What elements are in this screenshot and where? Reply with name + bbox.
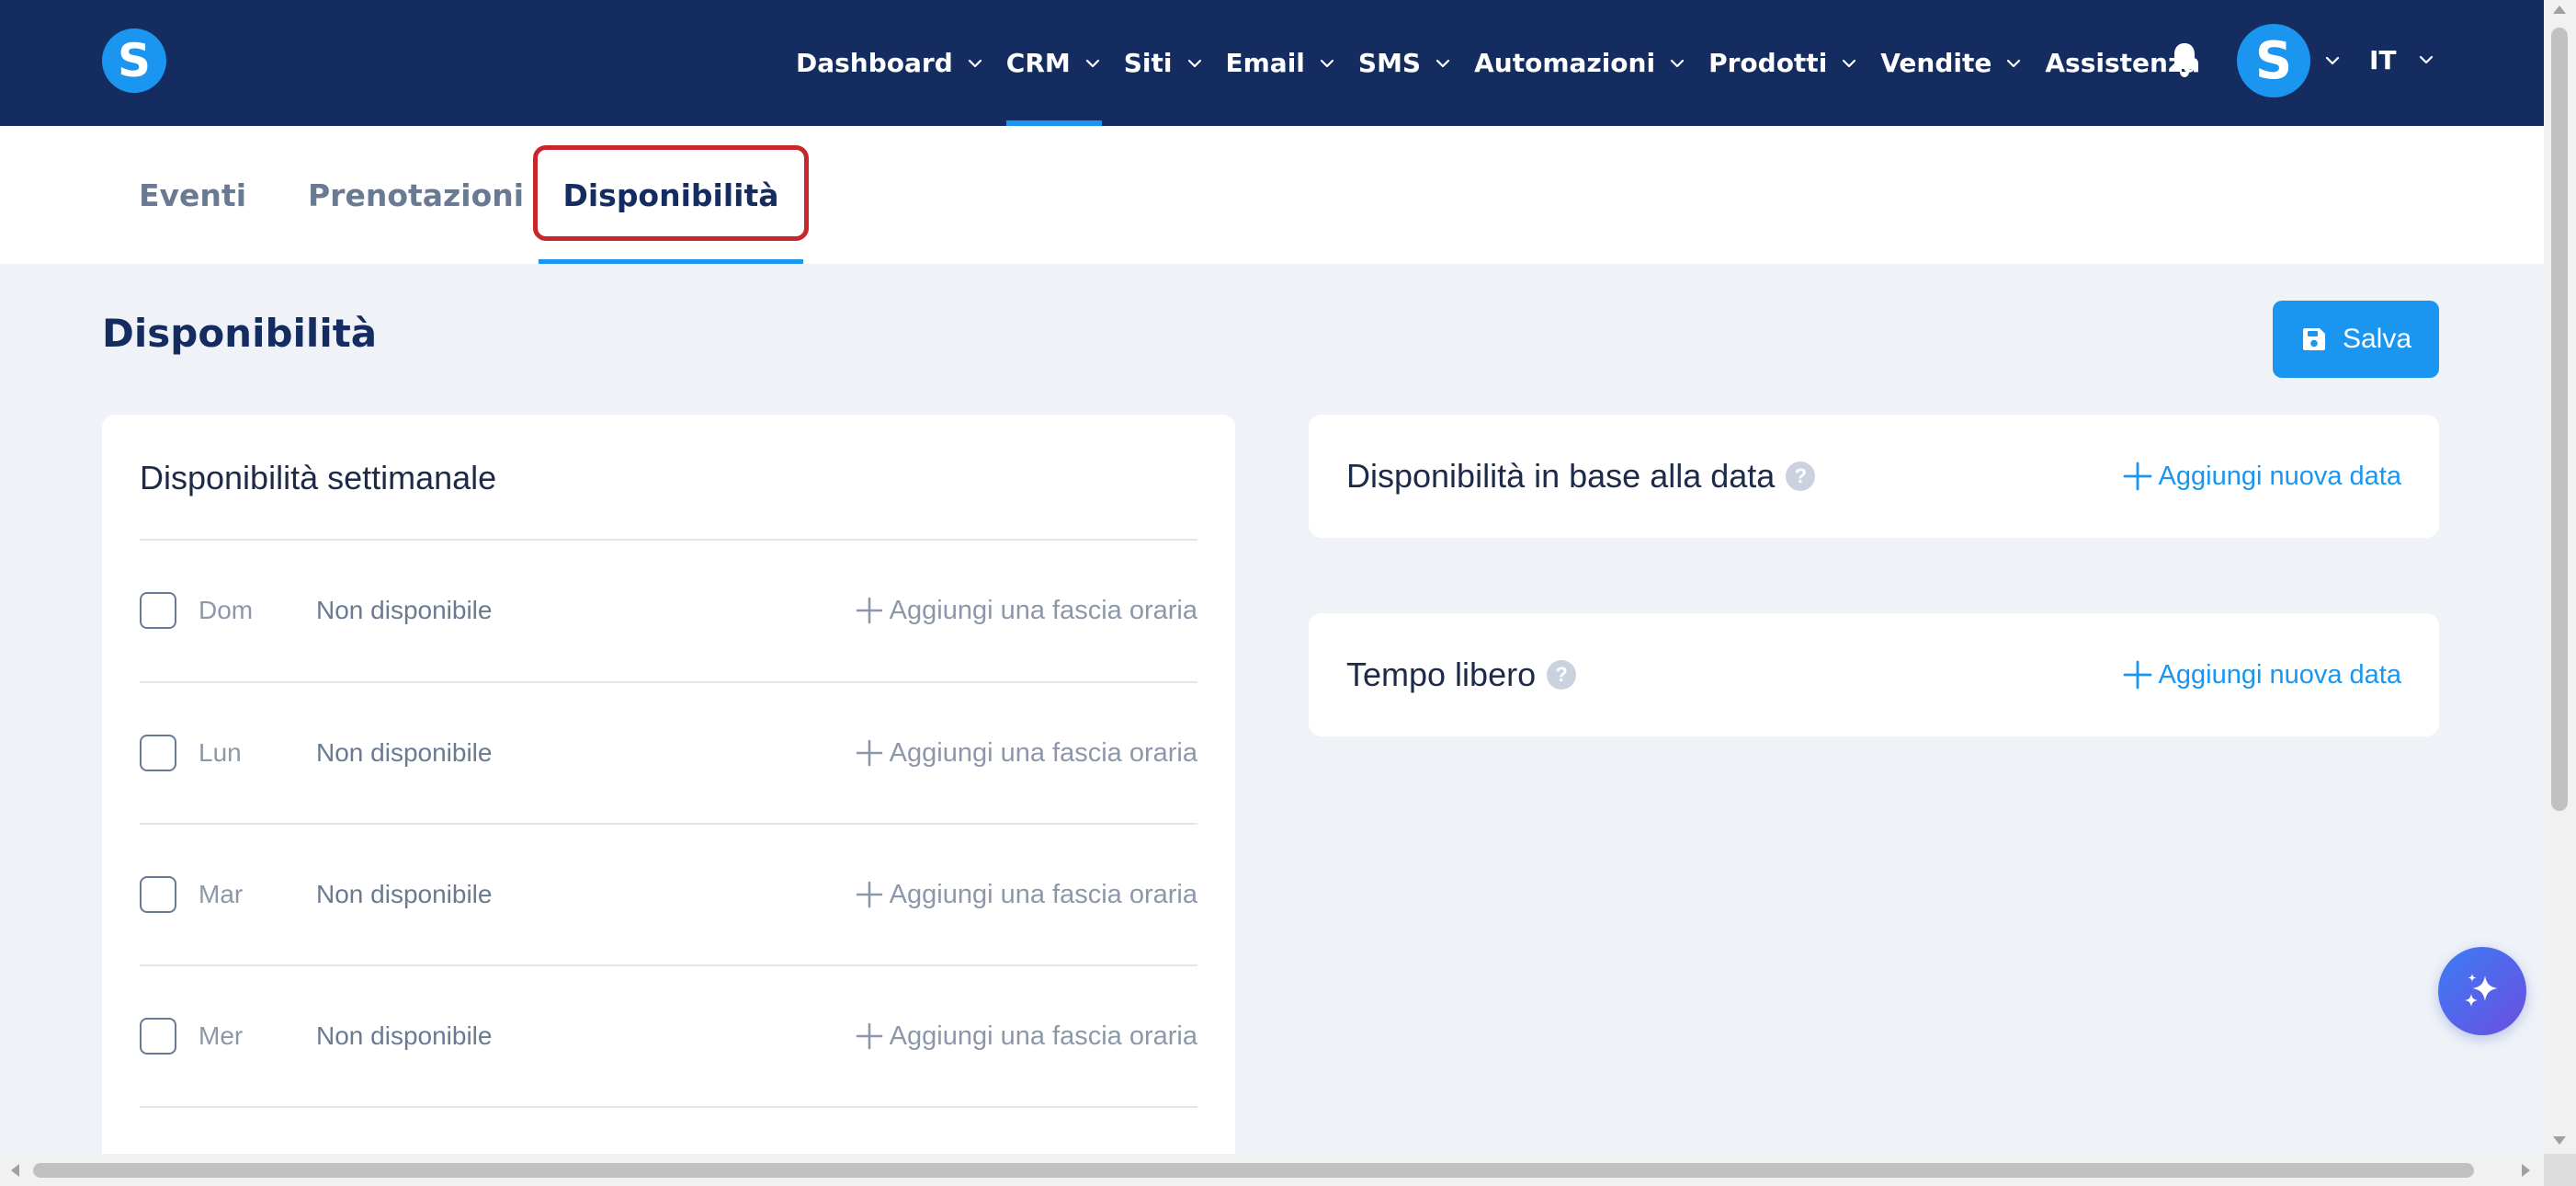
vertical-scrollbar[interactable] xyxy=(2544,0,2576,1186)
scroll-down-arrow-icon[interactable] xyxy=(2553,1136,2566,1145)
date-availability-card: Disponibilità in base alla data ? Aggiun… xyxy=(1309,415,2439,538)
chevron-down-icon xyxy=(1085,59,1099,67)
nav-item-label: SMS xyxy=(1357,48,1422,78)
divider xyxy=(140,1106,1197,1108)
tab-eventi[interactable]: Eventi xyxy=(139,126,246,264)
day-status: Non disponibile xyxy=(316,596,493,624)
nav-item-label: Prodotti xyxy=(1708,48,1828,78)
add-time-slot-button[interactable]: Aggiungi una fascia oraria xyxy=(855,880,1197,910)
card-title: Tempo libero xyxy=(1346,656,1537,693)
nav-item-label: Automazioni xyxy=(1474,48,1656,78)
day-row-mar: Mar Non disponibile Aggiungi una fascia … xyxy=(140,824,1197,965)
plus-icon xyxy=(856,739,882,767)
day-checkbox[interactable] xyxy=(140,592,176,629)
user-avatar[interactable]: S xyxy=(2237,24,2310,97)
floppy-disk-icon xyxy=(2302,328,2325,350)
day-status: Non disponibile xyxy=(316,738,493,767)
add-time-slot-label: Aggiungi una fascia oraria xyxy=(889,1021,1197,1051)
scroll-right-arrow-icon[interactable] xyxy=(2522,1164,2530,1177)
save-button-label: Salva xyxy=(2342,324,2412,354)
add-time-slot-button[interactable]: Aggiungi una fascia oraria xyxy=(855,596,1197,626)
plus-icon xyxy=(2123,462,2151,491)
nav-item-label: Dashboard xyxy=(796,48,953,78)
nav-item-sms[interactable]: SMS xyxy=(1358,0,1452,126)
nav-item-crm[interactable]: CRM xyxy=(1005,0,1102,126)
card-title: Disponibilità settimanale xyxy=(140,459,497,496)
nav-item-siti[interactable]: Siti xyxy=(1124,0,1204,126)
chevron-down-icon xyxy=(2007,59,2021,67)
chevron-down-icon[interactable] xyxy=(2323,51,2342,70)
language-selector[interactable]: IT xyxy=(2369,0,2435,120)
tab-prenotazioni[interactable]: Prenotazioni xyxy=(308,126,524,264)
chevron-down-icon xyxy=(1187,59,1201,67)
plus-icon xyxy=(856,1022,882,1050)
day-row-lun: Lun Non disponibile Aggiungi una fascia … xyxy=(140,682,1197,824)
chevron-down-icon xyxy=(968,59,982,67)
scrollbar-corner xyxy=(2544,1154,2576,1186)
nav-item-dashboard[interactable]: Dashboard xyxy=(796,0,984,126)
chevron-down-icon xyxy=(2419,55,2433,64)
day-status: Non disponibile xyxy=(316,1021,493,1050)
nav-item-label: CRM xyxy=(1005,48,1071,78)
add-time-slot-button[interactable]: Aggiungi una fascia oraria xyxy=(855,738,1197,769)
day-row-mer: Mer Non disponibile Aggiungi una fascia … xyxy=(140,965,1197,1107)
nav-item-automazioni[interactable]: Automazioni xyxy=(1474,0,1686,126)
add-time-slot-label: Aggiungi una fascia oraria xyxy=(889,595,1197,625)
plus-icon xyxy=(856,597,882,624)
nav-item-prodotti[interactable]: Prodotti xyxy=(1708,0,1858,126)
day-label: Mar xyxy=(199,880,244,908)
day-checkbox[interactable] xyxy=(140,1018,176,1055)
save-button[interactable]: Salva xyxy=(2273,301,2439,378)
language-label: IT xyxy=(2369,44,2397,75)
add-time-slot-button[interactable]: Aggiungi una fascia oraria xyxy=(855,1021,1197,1052)
ai-assistant-button[interactable] xyxy=(2438,947,2526,1035)
weekly-availability-card: Disponibilità settimanale Dom Non dispon… xyxy=(102,415,1235,1186)
chevron-down-icon xyxy=(1436,59,1450,67)
add-new-date-label: Aggiungi nuova data xyxy=(2158,461,2401,491)
day-row-dom: Dom Non disponibile Aggiungi una fascia … xyxy=(140,540,1197,681)
main-nav: Dashboard CRM Siti Email SMS Automazioni… xyxy=(796,0,2222,126)
nav-item-label: Email xyxy=(1225,48,1305,78)
scrollbar-thumb[interactable] xyxy=(2551,28,2568,811)
scroll-left-arrow-icon[interactable] xyxy=(11,1164,19,1177)
chevron-down-icon xyxy=(1670,59,1685,67)
add-new-date-label: Aggiungi nuova data xyxy=(2158,659,2401,690)
plus-icon xyxy=(856,881,882,908)
tab-bar: Eventi Prenotazioni Disponibilità xyxy=(0,126,2544,264)
day-checkbox[interactable] xyxy=(140,735,176,771)
help-icon[interactable]: ? xyxy=(1786,462,1816,491)
sparkles-icon xyxy=(2465,974,2498,1007)
day-checkbox[interactable] xyxy=(140,876,176,913)
add-new-date-button[interactable]: Aggiungi nuova data xyxy=(2122,461,2401,492)
day-label: Lun xyxy=(199,738,242,767)
chevron-down-icon xyxy=(1843,59,1856,67)
nav-item-label: Siti xyxy=(1123,48,1173,78)
day-label: Dom xyxy=(199,596,254,624)
chevron-down-icon xyxy=(1320,59,1334,67)
top-navbar: S Dashboard CRM Siti Email SMS Automazio… xyxy=(0,0,2544,126)
scroll-up-arrow-icon[interactable] xyxy=(2553,6,2566,14)
day-status: Non disponibile xyxy=(316,880,493,908)
day-label: Mer xyxy=(199,1021,244,1050)
add-time-slot-label: Aggiungi una fascia oraria xyxy=(889,737,1197,768)
card-title: Disponibilità in base alla data xyxy=(1346,457,1776,495)
free-time-card: Tempo libero ? Aggiungi nuova data xyxy=(1309,613,2439,736)
tab-highlight-box xyxy=(533,145,809,241)
bell-icon[interactable] xyxy=(2167,40,2202,79)
help-icon[interactable]: ? xyxy=(1547,660,1577,690)
add-new-date-button[interactable]: Aggiungi nuova data xyxy=(2122,659,2401,690)
brand-logo[interactable]: S xyxy=(102,29,166,93)
plus-icon xyxy=(2123,660,2151,690)
nav-item-vendite[interactable]: Vendite xyxy=(1880,0,2023,126)
page-title: Disponibilità xyxy=(102,311,378,356)
add-time-slot-label: Aggiungi una fascia oraria xyxy=(889,879,1197,909)
horizontal-scrollbar[interactable] xyxy=(0,1154,2544,1186)
scrollbar-thumb[interactable] xyxy=(33,1163,2474,1178)
nav-item-email[interactable]: Email xyxy=(1226,0,1336,126)
nav-item-label: Vendite xyxy=(1880,48,1992,78)
